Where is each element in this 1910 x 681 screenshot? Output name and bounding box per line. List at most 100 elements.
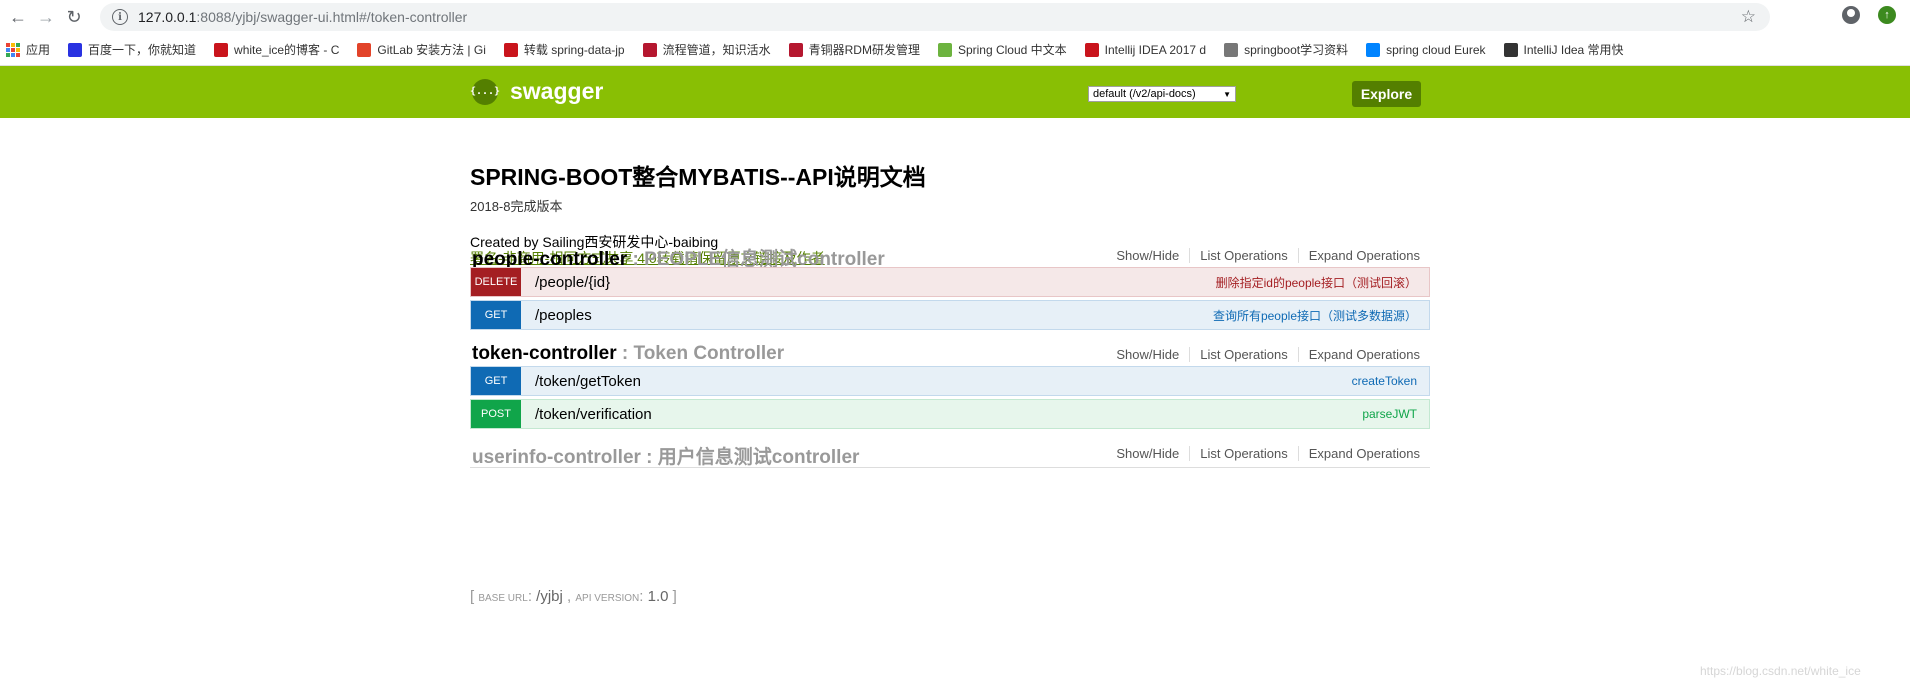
- bookmark-item[interactable]: 应用: [6, 39, 50, 61]
- idea-icon: [1503, 42, 1518, 57]
- bookmark-item[interactable]: white_ice的博客 - C: [214, 39, 339, 61]
- operation-row[interactable]: POST/token/verification parseJWT: [470, 399, 1430, 429]
- url-path: :8088/yjbj/swagger-ui.html#/token-contro…: [196, 9, 468, 25]
- resource-actions: Show/Hide List Operations Expand Operation…: [1106, 248, 1420, 263]
- resource-title[interactable]: token-controller : Token Controller: [472, 343, 784, 365]
- bookmark-label: IntelliJ Idea 常用快: [1523, 43, 1624, 57]
- operation-row[interactable]: GET/peoples 查询所有people接口（测试多数据源）: [470, 300, 1430, 330]
- base-url-label: Base URL: [478, 593, 528, 604]
- back-icon[interactable]: ←: [4, 3, 32, 31]
- list-operations-link[interactable]: List Operations: [1190, 446, 1299, 461]
- bookmark-label: 青铜器RDM研发管理: [808, 43, 920, 57]
- spring-icon: [937, 42, 952, 57]
- bookmark-item[interactable]: 青铜器RDM研发管理: [788, 39, 920, 61]
- bookmarks-bar: 应用 百度一下，你就知道 white_ice的博客 - C GitLab 安装方法 |…: [0, 34, 1910, 66]
- resource-name: userinfo-controller: [472, 447, 641, 468]
- operation-path[interactable]: /peoples: [535, 307, 592, 324]
- flow-icon: [642, 42, 657, 57]
- bookmark-label: 应用: [26, 43, 51, 57]
- operation-path[interactable]: /token/verification: [535, 406, 652, 423]
- forward-icon[interactable]: →: [32, 3, 60, 31]
- bookmark-star-icon[interactable]: ☆: [1741, 7, 1756, 27]
- bookmark-item[interactable]: GitLab 安装方法 | Gi: [357, 39, 486, 61]
- doc-icon: [1224, 42, 1239, 57]
- bookmark-item[interactable]: 百度一下，你就知道: [68, 39, 196, 61]
- info-icon[interactable]: i: [112, 9, 128, 25]
- bookmark-item[interactable]: Intellij IDEA 2017 d: [1084, 39, 1207, 61]
- reload-icon[interactable]: ↻: [60, 3, 88, 31]
- operation-row[interactable]: GET/token/getToken createToken: [470, 366, 1430, 396]
- show-hide-link[interactable]: Show/Hide: [1106, 347, 1191, 362]
- http-method-badge[interactable]: GET: [471, 367, 521, 395]
- bookmark-label: white_ice的博客 - C: [234, 43, 340, 57]
- resource-heading: people-controller : PEOPLE信息测试controller…: [470, 240, 1430, 270]
- expand-operations-link[interactable]: Expand Operations: [1299, 347, 1420, 362]
- api-spec-select[interactable]: default (/v2/api-docs) ▼: [1088, 86, 1236, 102]
- resource-actions: Show/Hide List Operations Expand Operation…: [1106, 446, 1420, 461]
- bookmark-item[interactable]: IntelliJ Idea 常用快: [1503, 39, 1624, 61]
- swagger-logo[interactable]: {...} swagger: [470, 78, 604, 105]
- gitlab-icon: [357, 42, 372, 57]
- csdn-icon: [503, 42, 518, 57]
- url-host: 127.0.0.1: [138, 9, 197, 25]
- http-method-badge[interactable]: POST: [471, 400, 521, 428]
- bookmark-item[interactable]: spring cloud Eurek: [1366, 39, 1486, 61]
- operation-path[interactable]: /people/{id}: [535, 274, 610, 291]
- account-icon[interactable]: [1842, 6, 1860, 24]
- explore-button[interactable]: Explore: [1352, 81, 1421, 107]
- resource-heading: token-controller : Token Controller Show/…: [470, 339, 1430, 369]
- swagger-header: {...} swagger default (/v2/api-docs) ▼ E…: [0, 66, 1910, 118]
- operation-summary[interactable]: 查询所有people接口（测试多数据源）: [1213, 307, 1417, 324]
- bookmark-label: Spring Cloud 中文本: [957, 43, 1067, 57]
- baidu-icon: [68, 42, 83, 57]
- resource-name: token-controller: [472, 343, 617, 364]
- swagger-logo-text: swagger: [510, 78, 604, 104]
- api-description: 2018-8完成版本: [470, 199, 563, 214]
- operation-row[interactable]: DELETE/people/{id} 删除指定id的people接口（测试回滚）: [470, 267, 1430, 297]
- api-spec-value: default (/v2/api-docs): [1093, 88, 1196, 100]
- bookmark-item[interactable]: Spring Cloud 中文本: [937, 39, 1067, 61]
- operation-path[interactable]: /token/getToken: [535, 373, 641, 390]
- expand-operations-link[interactable]: Expand Operations: [1299, 446, 1420, 461]
- watermark: https://blog.csdn.net/white_ice: [1700, 664, 1861, 678]
- resource-actions: Show/Hide List Operations Expand Operation…: [1106, 347, 1420, 362]
- footer-bracket-close: ]: [668, 588, 677, 605]
- page-title: SPRING-BOOT整合MYBATIS--API说明文档: [470, 164, 926, 190]
- bookmark-label: 流程管道，知识活水: [662, 43, 771, 57]
- csdn-icon: [1084, 42, 1099, 57]
- http-method-badge[interactable]: GET: [471, 301, 521, 329]
- http-method-badge[interactable]: DELETE: [471, 268, 521, 296]
- resource-description: : 用户信息测试controller: [640, 447, 860, 468]
- resource-userinfo-controller: userinfo-controller : 用户信息测试controller Sh…: [470, 438, 1430, 468]
- bookmark-item[interactable]: 转载 spring-data-jp: [503, 39, 625, 61]
- footer: [ Base URL: /yjbj , API Version: 1.0 ]: [470, 588, 677, 605]
- bookmark-label: GitLab 安装方法 | Gi: [377, 43, 486, 57]
- resource-description: : Token Controller: [616, 343, 785, 364]
- show-hide-link[interactable]: Show/Hide: [1106, 446, 1191, 461]
- api-version-value: 1.0: [647, 588, 669, 605]
- bookmark-item[interactable]: springboot学习资料: [1224, 39, 1348, 61]
- expand-operations-link[interactable]: Expand Operations: [1299, 248, 1420, 263]
- operation-summary[interactable]: 删除指定id的people接口（测试回滚）: [1216, 274, 1417, 291]
- csdn-icon: [214, 42, 229, 57]
- resource-title[interactable]: userinfo-controller : 用户信息测试controller: [472, 442, 859, 469]
- operation-summary[interactable]: createToken: [1352, 374, 1417, 388]
- bookmark-label: spring cloud Eurek: [1386, 42, 1486, 57]
- api-version-label: API Version: [575, 593, 640, 604]
- bookmark-label: 转载 spring-data-jp: [523, 43, 625, 57]
- resource-token-controller: token-controller : Token Controller Show/…: [470, 339, 1430, 369]
- chevron-down-icon: ▼: [1223, 89, 1231, 99]
- bookmark-label: Intellij IDEA 2017 d: [1104, 42, 1207, 57]
- swagger-logo-icon: {...}: [470, 78, 500, 105]
- address-bar[interactable]: i 127.0.0.1:8088/yjbj/swagger-ui.html#/t…: [100, 3, 1770, 31]
- bookmark-label: 百度一下，你就知道: [88, 43, 197, 57]
- list-operations-link[interactable]: List Operations: [1190, 347, 1299, 362]
- list-operations-link[interactable]: List Operations: [1190, 248, 1299, 263]
- operation-summary[interactable]: parseJWT: [1362, 407, 1417, 421]
- rdm-icon: [788, 42, 803, 57]
- zhihu-icon: [1366, 42, 1381, 57]
- base-url-value: /yjbj: [536, 588, 563, 605]
- extension-icon[interactable]: ↑: [1878, 6, 1896, 24]
- show-hide-link[interactable]: Show/Hide: [1106, 248, 1191, 263]
- bookmark-item[interactable]: 流程管道，知识活水: [642, 39, 771, 61]
